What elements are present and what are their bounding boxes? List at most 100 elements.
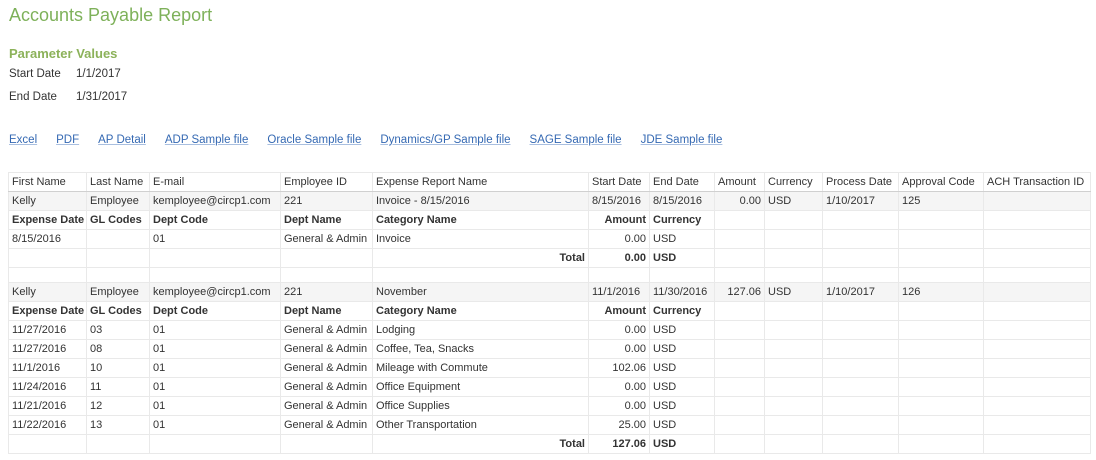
empty-cell xyxy=(714,434,765,454)
export-links: Excel PDF AP Detail ADP Sample file Oracle S… xyxy=(9,134,741,146)
empty-cell xyxy=(822,210,899,230)
line-cell: USD xyxy=(649,229,715,249)
column-header: Last Name xyxy=(86,172,150,192)
line-cell: General & Admin xyxy=(280,415,373,435)
empty-cell xyxy=(86,434,150,454)
sage-sample-link[interactable]: SAGE Sample file xyxy=(530,134,622,146)
empty-cell xyxy=(822,434,899,454)
empty-cell xyxy=(764,358,823,378)
ap-detail-link[interactable]: AP Detail xyxy=(98,134,146,146)
line-cell xyxy=(86,229,150,249)
expense-line-row: 11/24/2016 11 01 General & Admin Office Equi… xyxy=(8,377,1091,397)
report-report-name: Invoice - 8/15/2016 xyxy=(372,191,589,211)
report-last-name: Employee xyxy=(86,191,150,211)
detail-column-header: Expense Date xyxy=(8,210,87,230)
total-amount: 0.00 xyxy=(588,248,650,268)
empty-cell xyxy=(764,248,823,268)
oracle-sample-link[interactable]: Oracle Sample file xyxy=(267,134,361,146)
detail-column-header: Currency xyxy=(649,301,715,321)
line-cell: 01 xyxy=(149,339,281,359)
detail-column-header: GL Codes xyxy=(86,210,150,230)
line-cell: 0.00 xyxy=(588,396,650,416)
total-row: Total 127.06 USD xyxy=(8,434,1091,454)
report-approval-code: 126 xyxy=(898,282,984,302)
line-cell: 0.00 xyxy=(588,229,650,249)
empty-cell xyxy=(714,320,765,340)
empty-cell xyxy=(714,377,765,397)
empty-cell xyxy=(822,377,899,397)
line-cell: General & Admin xyxy=(280,377,373,397)
line-cell: 01 xyxy=(149,377,281,397)
empty-cell xyxy=(822,396,899,416)
line-cell: Mileage with Commute xyxy=(372,358,589,378)
line-cell: USD xyxy=(649,396,715,416)
empty-cell xyxy=(764,210,823,230)
empty-cell xyxy=(764,434,823,454)
detail-column-header: Expense Date xyxy=(8,301,87,321)
empty-cell xyxy=(822,339,899,359)
empty-cell xyxy=(714,301,765,321)
empty-cell xyxy=(764,320,823,340)
empty-cell xyxy=(822,267,899,283)
report-email: kemployee@circp1.com xyxy=(149,191,281,211)
empty-cell xyxy=(898,415,984,435)
empty-cell xyxy=(149,248,281,268)
jde-sample-link[interactable]: JDE Sample file xyxy=(641,134,723,146)
empty-cell xyxy=(764,301,823,321)
total-label: Total xyxy=(372,248,589,268)
empty-cell xyxy=(714,415,765,435)
line-cell: 08 xyxy=(86,339,150,359)
line-cell: Office Equipment xyxy=(372,377,589,397)
line-cell: 01 xyxy=(149,229,281,249)
empty-cell xyxy=(898,301,984,321)
report-end-date: 8/15/2016 xyxy=(649,191,715,211)
adp-sample-link[interactable]: ADP Sample file xyxy=(165,134,249,146)
column-header: ACH Transaction ID xyxy=(983,172,1091,192)
line-cell: General & Admin xyxy=(280,358,373,378)
start-date-label: Start Date xyxy=(9,68,61,80)
report-amount: 127.06 xyxy=(714,282,765,302)
spacer-row xyxy=(8,267,1091,283)
detail-header-row: Expense Date GL Codes Dept Code Dept Name Ca… xyxy=(8,301,1091,321)
report-currency: USD xyxy=(764,191,823,211)
line-cell: 0.00 xyxy=(588,377,650,397)
line-cell: 11/27/2016 xyxy=(8,339,87,359)
end-date-param: End Date 1/31/2017 xyxy=(9,91,127,103)
expense-report-row: Kelly Employee kemployee@circp1.com 221 Nove… xyxy=(8,282,1091,302)
empty-cell xyxy=(983,377,1091,397)
column-header: Employee ID xyxy=(280,172,373,192)
empty-cell xyxy=(714,248,765,268)
report-ach-id xyxy=(983,191,1091,211)
detail-column-header: Amount xyxy=(588,301,650,321)
empty-cell xyxy=(372,267,589,283)
empty-cell xyxy=(983,267,1091,283)
line-cell: 01 xyxy=(149,396,281,416)
line-cell: 13 xyxy=(86,415,150,435)
empty-cell xyxy=(8,248,87,268)
column-header: Amount xyxy=(714,172,765,192)
dynamics-gp-sample-link[interactable]: Dynamics/GP Sample file xyxy=(380,134,510,146)
line-cell: 12 xyxy=(86,396,150,416)
empty-cell xyxy=(764,339,823,359)
detail-column-header: Category Name xyxy=(372,301,589,321)
empty-cell xyxy=(983,229,1091,249)
end-date-label: End Date xyxy=(9,91,57,103)
empty-cell xyxy=(983,248,1091,268)
empty-cell xyxy=(764,377,823,397)
empty-cell xyxy=(898,229,984,249)
report-employee-id: 221 xyxy=(280,282,373,302)
line-cell: 03 xyxy=(86,320,150,340)
detail-column-header: GL Codes xyxy=(86,301,150,321)
empty-cell xyxy=(898,358,984,378)
line-cell: 01 xyxy=(149,415,281,435)
pdf-link[interactable]: PDF xyxy=(56,134,79,146)
report-process-date: 1/10/2017 xyxy=(822,191,899,211)
line-cell: General & Admin xyxy=(280,396,373,416)
empty-cell xyxy=(764,415,823,435)
parameter-values-heading: Parameter Values xyxy=(9,46,118,61)
empty-cell xyxy=(983,320,1091,340)
total-amount: 127.06 xyxy=(588,434,650,454)
line-cell: 0.00 xyxy=(588,320,650,340)
report-first-name: Kelly xyxy=(8,282,87,302)
excel-link[interactable]: Excel xyxy=(9,134,37,146)
